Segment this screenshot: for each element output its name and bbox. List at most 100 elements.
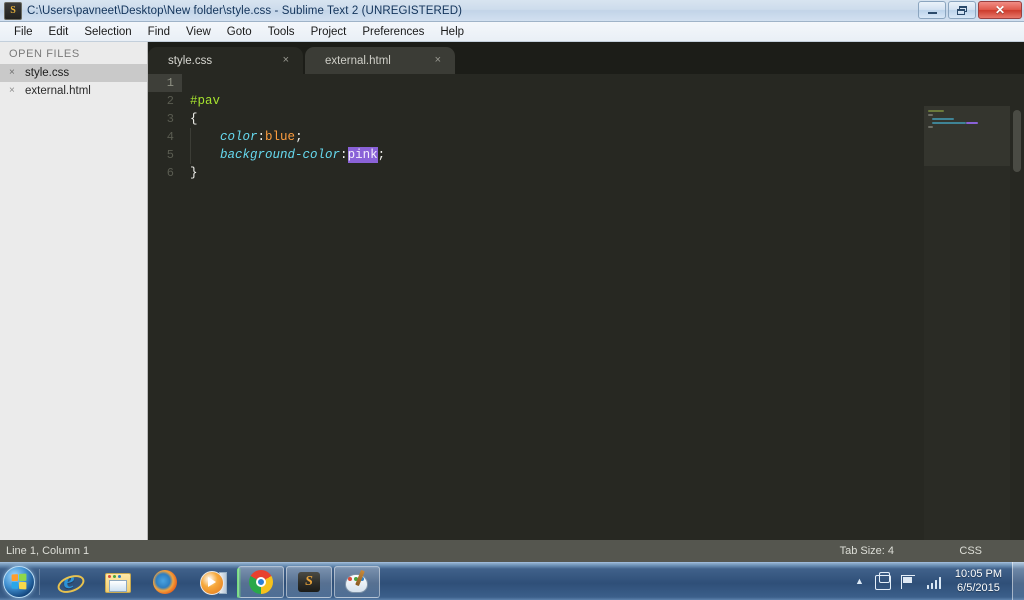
line-number: 6 bbox=[166, 166, 174, 180]
window-controls: ✕ bbox=[918, 1, 1022, 19]
semicolon: ; bbox=[377, 148, 386, 162]
taskbar-button-google-chrome[interactable] bbox=[237, 565, 284, 598]
chrome-icon bbox=[247, 568, 275, 596]
menu-item-edit[interactable]: Edit bbox=[41, 24, 77, 40]
taskbar-divider bbox=[39, 568, 40, 595]
line-number: 5 bbox=[166, 148, 174, 162]
close-icon: ✕ bbox=[994, 3, 1006, 17]
scrollbar-thumb[interactable] bbox=[1013, 110, 1021, 172]
code-line-6: } bbox=[190, 164, 385, 182]
css-value: blue bbox=[265, 130, 296, 144]
code-line-2: #pav bbox=[190, 92, 385, 110]
restore-button[interactable] bbox=[948, 1, 976, 19]
code-line-3: { bbox=[190, 110, 385, 128]
menu-item-file[interactable]: File bbox=[6, 24, 41, 40]
line-number: 3 bbox=[166, 112, 174, 126]
network-signal-icon[interactable] bbox=[926, 572, 945, 590]
caret-line bbox=[190, 76, 198, 90]
minimize-icon bbox=[927, 11, 937, 14]
code-line-5: background-color:pink; bbox=[190, 146, 385, 164]
code-lines: #pav { color:blue; background-color:pink… bbox=[190, 74, 385, 182]
windows-logo-icon bbox=[11, 572, 27, 590]
language-indicator[interactable]: CSS bbox=[959, 545, 982, 557]
line-number-gutter: 1 2 3 4 5 6 bbox=[148, 74, 182, 540]
css-property: color bbox=[220, 130, 258, 144]
system-tray: ▲ 10:05 PM 6/5/2015 bbox=[848, 562, 1024, 600]
line-number: 2 bbox=[166, 94, 174, 108]
close-brace: } bbox=[190, 166, 198, 180]
code-line-1 bbox=[190, 74, 385, 92]
css-selector: #pav bbox=[190, 94, 221, 108]
line-number: 4 bbox=[166, 130, 174, 144]
code-line-4: color:blue; bbox=[190, 128, 385, 146]
paint-icon bbox=[343, 568, 371, 596]
taskbar-button-firefox[interactable] bbox=[142, 566, 188, 598]
close-button[interactable]: ✕ bbox=[978, 1, 1022, 19]
clock-time: 10:05 PM bbox=[954, 568, 1002, 580]
taskbar-button-paint[interactable] bbox=[334, 565, 380, 598]
folder-icon bbox=[103, 568, 131, 596]
line-number: 1 bbox=[148, 74, 182, 92]
menu-item-project[interactable]: Project bbox=[303, 24, 355, 40]
vertical-scrollbar[interactable] bbox=[1010, 106, 1024, 540]
app-icon-letter: S bbox=[305, 573, 313, 589]
action-center-icon[interactable] bbox=[874, 572, 893, 590]
title-bar: S C:\Users\pavneet\Desktop\New folder\st… bbox=[0, 0, 1024, 22]
clock[interactable]: 10:05 PM 6/5/2015 bbox=[955, 567, 1002, 595]
menu-item-find[interactable]: Find bbox=[140, 24, 178, 40]
selected-text: pink bbox=[347, 147, 378, 163]
tab-label: external.html bbox=[325, 54, 391, 67]
sidebar: OPEN FILES × style.css × external.html bbox=[0, 42, 148, 540]
internet-explorer-icon: e bbox=[55, 567, 87, 596]
close-icon[interactable]: × bbox=[283, 55, 289, 66]
editor-area: style.css × external.html × 1 2 3 4 5 6 … bbox=[148, 42, 1024, 540]
sublime-text-icon: S bbox=[295, 568, 323, 596]
sidebar-item-external-html[interactable]: × external.html bbox=[0, 82, 147, 100]
status-bar: Line 1, Column 1 Tab Size: 4 CSS bbox=[0, 540, 1024, 562]
tab-style-css[interactable]: style.css × bbox=[148, 47, 303, 74]
semicolon: ; bbox=[295, 130, 303, 144]
tab-size-indicator[interactable]: Tab Size: 4 bbox=[840, 545, 894, 557]
close-icon[interactable]: × bbox=[435, 55, 441, 66]
app-icon-letter: S bbox=[10, 4, 16, 16]
minimap[interactable] bbox=[924, 106, 1010, 540]
css-property: background-color bbox=[220, 148, 341, 162]
menu-item-view[interactable]: View bbox=[178, 24, 219, 40]
taskbar-button-windows-explorer[interactable] bbox=[94, 566, 140, 598]
window-title: C:\Users\pavneet\Desktop\New folder\styl… bbox=[27, 4, 463, 17]
tab-bar: style.css × external.html × bbox=[148, 42, 1024, 74]
sidebar-item-style-css[interactable]: × style.css bbox=[0, 64, 147, 82]
taskbar-button-windows-media-player[interactable] bbox=[190, 566, 236, 598]
minimap-preview bbox=[924, 106, 1010, 166]
restore-icon bbox=[957, 5, 967, 15]
sidebar-item-label: external.html bbox=[25, 85, 91, 97]
show-hidden-icons-icon[interactable]: ▲ bbox=[855, 576, 864, 586]
menu-item-help[interactable]: Help bbox=[432, 24, 472, 40]
sidebar-section-open-files: OPEN FILES bbox=[9, 48, 80, 60]
close-icon[interactable]: × bbox=[9, 86, 19, 96]
code-editor[interactable]: 1 2 3 4 5 6 #pav { color:blue; backgroun… bbox=[148, 74, 1024, 540]
open-brace: { bbox=[190, 112, 198, 126]
windows-start-button[interactable] bbox=[3, 565, 35, 598]
menu-bar: File Edit Selection Find View Goto Tools… bbox=[0, 22, 1024, 42]
taskbar-button-sublime-text[interactable]: S bbox=[286, 565, 332, 598]
network-flag-icon[interactable] bbox=[900, 572, 919, 590]
menu-item-selection[interactable]: Selection bbox=[76, 24, 139, 40]
sublime-text-window: S C:\Users\pavneet\Desktop\New folder\st… bbox=[0, 0, 1024, 600]
taskbar-button-internet-explorer[interactable]: e bbox=[46, 566, 92, 598]
tab-external-html[interactable]: external.html × bbox=[305, 47, 455, 74]
sublime-text-icon: S bbox=[4, 1, 22, 20]
menu-item-tools[interactable]: Tools bbox=[260, 24, 303, 40]
close-icon[interactable]: × bbox=[9, 68, 19, 78]
colon: : bbox=[257, 130, 266, 144]
show-desktop-button[interactable] bbox=[1012, 562, 1024, 600]
firefox-icon bbox=[151, 568, 179, 596]
minimize-button[interactable] bbox=[918, 1, 946, 19]
sidebar-item-label: style.css bbox=[25, 67, 70, 79]
cursor-position: Line 1, Column 1 bbox=[6, 545, 90, 557]
clock-date: 6/5/2015 bbox=[957, 582, 1000, 594]
menu-item-goto[interactable]: Goto bbox=[219, 24, 260, 40]
tab-label: style.css bbox=[168, 54, 213, 67]
menu-item-preferences[interactable]: Preferences bbox=[354, 24, 432, 40]
